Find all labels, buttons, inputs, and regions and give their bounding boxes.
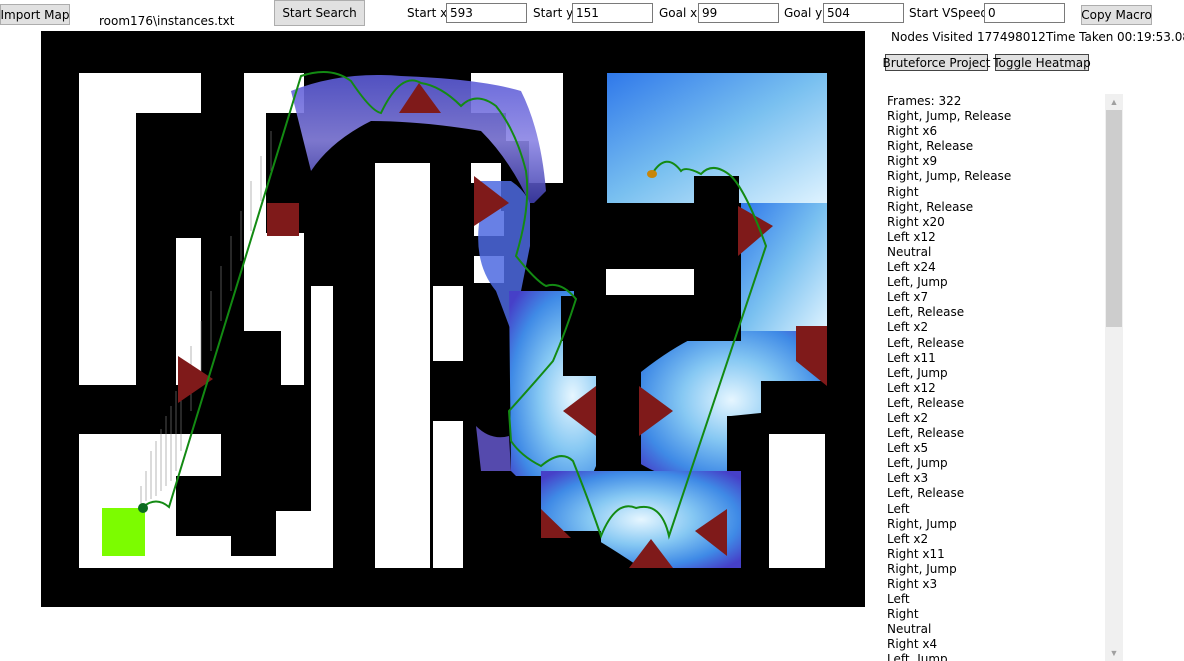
start-x-field[interactable]: [446, 3, 527, 23]
wall-block: [136, 113, 201, 238]
macro-lines: Frames: 322 Right, Jump, Release Right x6 R…: [887, 94, 1103, 661]
import-map-button[interactable]: Import Map: [0, 4, 70, 25]
macro-line[interactable]: Left, Release: [887, 336, 1103, 351]
copy-macro-button[interactable]: Copy Macro: [1081, 5, 1152, 25]
chevron-down-icon[interactable]: ▼: [1105, 645, 1123, 661]
wall-block: [311, 221, 333, 286]
start-y-label: Start y: [533, 6, 574, 20]
start-x-label: Start x: [407, 6, 448, 20]
nodes-visited-value: 177498012: [977, 30, 1046, 44]
wall-block: [596, 341, 641, 466]
start-vspeed-label: Start VSpeed: [909, 6, 988, 20]
macro-line[interactable]: Left x3: [887, 471, 1103, 486]
map-canvas[interactable]: [41, 31, 865, 607]
macro-scrollbar[interactable]: ▲ ▼: [1105, 94, 1123, 661]
wall-block: [563, 71, 607, 201]
macro-line[interactable]: Frames: 322: [887, 94, 1103, 109]
macro-line[interactable]: Right, Jump, Release: [887, 169, 1103, 184]
time-taken-value: 00:19:53.08: [1117, 30, 1184, 44]
goal-y-label: Goal y: [784, 6, 823, 20]
wall-block: [727, 416, 769, 471]
macro-line[interactable]: Left x24: [887, 260, 1103, 275]
macro-line[interactable]: Right x9: [887, 154, 1103, 169]
macro-line[interactable]: Left, Release: [887, 396, 1103, 411]
macro-line[interactable]: Left x11: [887, 351, 1103, 366]
macro-line[interactable]: Right, Release: [887, 200, 1103, 215]
goal-block: [102, 508, 145, 556]
floor-region: [606, 269, 694, 295]
macro-line[interactable]: Right, Jump: [887, 517, 1103, 532]
wall-block: [176, 476, 231, 536]
macro-line[interactable]: Left x12: [887, 381, 1103, 396]
macro-line[interactable]: Right x3: [887, 577, 1103, 592]
macro-line[interactable]: Left: [887, 502, 1103, 517]
macro-line[interactable]: Right, Jump: [887, 562, 1103, 577]
macro-line[interactable]: Neutral: [887, 622, 1103, 637]
start-y-field[interactable]: [572, 3, 653, 23]
wall-block: [761, 381, 827, 421]
macro-line[interactable]: Left, Release: [887, 486, 1103, 501]
bruteforce-project-button[interactable]: Bruteforce Project: [883, 54, 990, 71]
macro-line[interactable]: Left, Release: [887, 426, 1103, 441]
macro-line[interactable]: Right x20: [887, 215, 1103, 230]
chevron-up-icon[interactable]: ▲: [1105, 94, 1123, 110]
path-start-marker: [647, 170, 657, 178]
floor-region: [769, 434, 825, 568]
wall-block: [276, 471, 311, 511]
macro-line[interactable]: Neutral: [887, 245, 1103, 260]
floor-region: [433, 286, 463, 568]
wall-block: [574, 261, 606, 301]
map-svg: [79, 71, 827, 568]
floor-region: [375, 163, 430, 568]
macro-line[interactable]: Left, Jump: [887, 456, 1103, 471]
macro-line[interactable]: Left x5: [887, 441, 1103, 456]
macro-line[interactable]: Right x11: [887, 547, 1103, 562]
macro-line[interactable]: Right, Jump, Release: [887, 109, 1103, 124]
path-end-marker: [138, 503, 148, 513]
heatmap-region: [476, 426, 511, 471]
macro-line[interactable]: Left, Jump: [887, 275, 1103, 290]
macro-listbox[interactable]: Frames: 322 Right, Jump, Release Right x6 R…: [885, 94, 1125, 661]
goal-y-field[interactable]: [823, 3, 904, 23]
macro-line[interactable]: Left, Jump: [887, 366, 1103, 381]
wall-block: [530, 203, 574, 283]
toggle-heatmap-button[interactable]: Toggle Heatmap: [993, 54, 1091, 71]
wall-block: [136, 236, 176, 386]
macro-line[interactable]: Left x7: [887, 290, 1103, 305]
macro-line[interactable]: Right, Release: [887, 139, 1103, 154]
start-vspeed-field[interactable]: [984, 3, 1065, 23]
macro-line[interactable]: Right: [887, 185, 1103, 200]
time-taken-label: Time Taken: [1046, 30, 1114, 44]
macro-line[interactable]: Left x2: [887, 411, 1103, 426]
macro-line[interactable]: Left, Jump: [887, 652, 1103, 661]
wall-block: [473, 476, 541, 516]
goal-x-label: Goal x: [659, 6, 698, 20]
macro-line[interactable]: Right x4: [887, 637, 1103, 652]
wall-block: [231, 476, 276, 556]
macro-line[interactable]: Left, Release: [887, 305, 1103, 320]
floor-region: [311, 286, 333, 568]
wall-block: [433, 361, 463, 421]
macro-line[interactable]: Left x2: [887, 320, 1103, 335]
macro-line[interactable]: Right x6: [887, 124, 1103, 139]
wall-block: [241, 331, 281, 411]
goal-x-field[interactable]: [698, 3, 779, 23]
macro-line[interactable]: Left x2: [887, 532, 1103, 547]
file-path-label: room176\instances.txt: [99, 14, 235, 28]
spike: [267, 203, 299, 236]
macro-line[interactable]: Right: [887, 607, 1103, 622]
start-search-button[interactable]: Start Search: [274, 0, 365, 26]
macro-line[interactable]: Left x12: [887, 230, 1103, 245]
nodes-visited-label: Nodes Visited: [891, 30, 973, 44]
macro-line[interactable]: Left: [887, 592, 1103, 607]
scroll-thumb[interactable]: [1106, 110, 1122, 327]
